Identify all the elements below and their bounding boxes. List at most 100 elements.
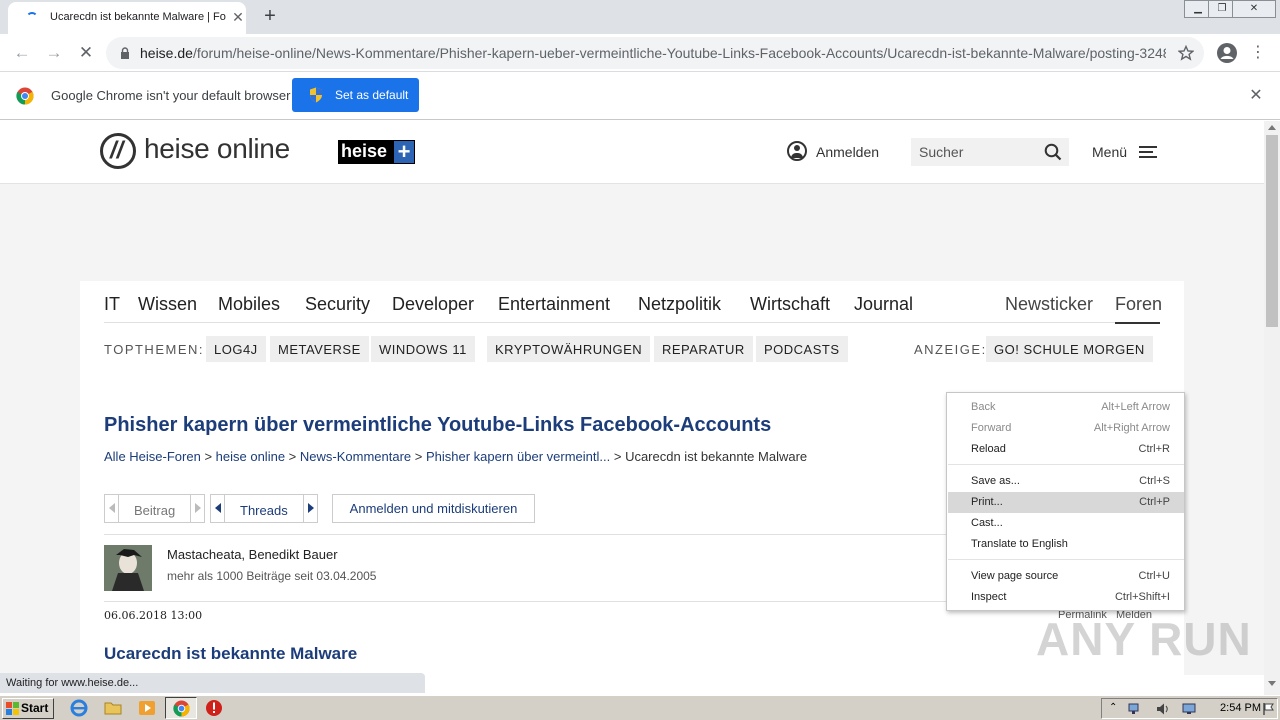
nav-item-security[interactable]: Security	[305, 294, 370, 315]
breadcrumb-news-kommentare[interactable]: News-Kommentare	[300, 449, 411, 464]
volume-icon[interactable]	[1156, 702, 1170, 716]
media-player-icon[interactable]	[138, 699, 156, 717]
post-author[interactable]: Mastacheata, Benedikt Bauer	[167, 547, 338, 562]
default-browser-infobar: Google Chrome isn't your default browser…	[0, 72, 1280, 120]
avatar[interactable]	[104, 545, 152, 591]
network-icon[interactable]	[1128, 702, 1142, 716]
ctx-cast[interactable]: Cast...	[948, 513, 1184, 534]
chrome-menu-icon[interactable]: ⋮	[1250, 42, 1266, 64]
chrome-logo-icon	[16, 87, 34, 105]
new-tab-button[interactable]: +	[258, 4, 282, 28]
ctx-print[interactable]: Print... Ctrl+P	[948, 492, 1184, 513]
breadcrumb: Alle Heise-Foren > heise online > News-K…	[104, 449, 808, 464]
internet-explorer-icon[interactable]	[70, 699, 88, 717]
menu-button[interactable]: Menü	[1092, 144, 1127, 160]
set-as-default-label: Set as default	[335, 88, 409, 102]
ctx-translate[interactable]: Translate to English	[948, 534, 1184, 555]
topic-chip-podcasts[interactable]: PODCASTS	[756, 336, 848, 362]
uac-shield-icon	[310, 87, 322, 103]
loading-spinner-icon	[26, 12, 38, 24]
taskbar-chrome-button[interactable]	[165, 697, 197, 719]
previous-post-button[interactable]	[105, 495, 119, 522]
nav-item-developer[interactable]: Developer	[392, 294, 474, 315]
taskbar-clock[interactable]: 2:54 PM	[1220, 702, 1261, 714]
topic-chip-metaverse[interactable]: METAVERSE	[270, 336, 369, 362]
next-post-button[interactable]	[190, 495, 204, 522]
tray-expand-icon[interactable]: ⌃	[1109, 702, 1117, 713]
breadcrumb-alle-foren[interactable]: Alle Heise-Foren	[104, 449, 201, 464]
left-arrow-icon	[215, 503, 221, 513]
heise-plus-logo[interactable]: heise +	[338, 140, 415, 164]
folder-icon[interactable]	[104, 699, 122, 717]
nav-item-wirtschaft[interactable]: Wirtschaft	[750, 294, 830, 315]
post-subject[interactable]: Ucarecdn ist bekannte Malware	[104, 644, 357, 664]
infobar-close-icon[interactable]: ✕	[1246, 86, 1266, 106]
right-arrow-icon	[308, 503, 314, 513]
action-center-flag-icon[interactable]	[1262, 702, 1276, 716]
ctx-inspect[interactable]: Inspect Ctrl+Shift+I	[948, 587, 1184, 608]
display-icon[interactable]	[1182, 702, 1196, 716]
window-close-button[interactable]: ✕	[1232, 0, 1276, 18]
ctx-reload[interactable]: Reload Ctrl+R	[948, 439, 1184, 460]
lock-icon	[121, 47, 129, 59]
nav-divider	[104, 322, 1160, 323]
ad-chip[interactable]: GO! SCHULE MORGEN	[986, 336, 1153, 362]
login-link[interactable]: Anmelden	[816, 144, 879, 160]
nav-item-wissen[interactable]: Wissen	[138, 294, 197, 315]
stop-loading-icon[interactable]: ✕	[74, 41, 98, 65]
login-discuss-button[interactable]: Anmelden und mitdiskutieren	[332, 494, 535, 523]
heise-plus-sign: +	[394, 141, 414, 163]
next-thread-button[interactable]	[303, 495, 317, 522]
bookmark-star-icon[interactable]	[1178, 45, 1194, 61]
hamburger-menu-icon[interactable]	[1139, 145, 1157, 159]
ctx-view-source[interactable]: View page source Ctrl+U	[948, 566, 1184, 587]
start-button[interactable]: Start	[2, 698, 54, 719]
topic-chip-reparatur[interactable]: REPARATUR	[654, 336, 753, 362]
topic-chip-windows-11[interactable]: WINDOWS 11	[371, 336, 475, 362]
scroll-up-icon[interactable]	[1268, 125, 1276, 130]
nav-item-newsticker[interactable]: Newsticker	[1005, 294, 1093, 315]
ctx-forward[interactable]: Forward Alt+Right Arrow	[948, 418, 1184, 439]
address-bar[interactable]: heise.de/forum/heise-online/News-Komment…	[106, 37, 1204, 69]
profile-icon[interactable]	[1216, 42, 1238, 64]
breadcrumb-heise-online[interactable]: heise online	[216, 449, 285, 464]
forward-arrow-icon[interactable]: →	[42, 41, 66, 65]
browser-tab[interactable]: Ucarecdn ist bekannte Malware | Foren ✕	[8, 2, 246, 34]
tab-title: Ucarecdn ist bekannte Malware | Foren	[50, 11, 226, 23]
nav-item-foren[interactable]: Foren	[1115, 294, 1162, 315]
logo-slashes: //	[110, 137, 124, 164]
breadcrumb-thread[interactable]: Phisher kapern über vermeintl...	[426, 449, 610, 464]
topic-chip-log4j[interactable]: LOG4J	[206, 336, 266, 362]
ctx-back[interactable]: Back Alt+Left Arrow	[948, 397, 1184, 418]
scrollbar-thumb[interactable]	[1266, 135, 1278, 327]
scroll-down-icon[interactable]	[1268, 681, 1276, 686]
topic-chip-kryptowaehrungen[interactable]: KRYPTOWÄHRUNGEN	[487, 336, 651, 362]
nav-item-entertainment[interactable]: Entertainment	[498, 294, 610, 315]
stop-sign-icon[interactable]	[205, 699, 223, 717]
threads-label: Threads	[240, 503, 288, 518]
heise-logo-icon[interactable]: //	[100, 133, 136, 169]
site-header: // heise online heise + Anmelden Sucher …	[0, 121, 1264, 184]
search-input[interactable]: Sucher	[911, 138, 1069, 166]
start-label: Start	[21, 701, 49, 715]
back-arrow-icon[interactable]: ←	[10, 41, 34, 65]
tab-close-icon[interactable]: ✕	[230, 8, 246, 26]
ctx-save-as[interactable]: Save as... Ctrl+S	[948, 471, 1184, 492]
set-as-default-button[interactable]: Set as default	[292, 78, 419, 112]
previous-thread-button[interactable]	[211, 495, 225, 522]
nav-item-journal[interactable]: Journal	[854, 294, 913, 315]
nav-item-netzpolitik[interactable]: Netzpolitik	[638, 294, 721, 315]
site-logo-text[interactable]: heise online	[144, 133, 290, 165]
nav-item-it[interactable]: IT	[104, 294, 120, 315]
thread-title[interactable]: Phisher kapern über vermeintliche Youtub…	[104, 414, 771, 437]
nav-item-mobiles[interactable]: Mobiles	[218, 294, 280, 315]
search-icon[interactable]	[1044, 143, 1062, 161]
ctx-separator	[948, 559, 1184, 560]
anyrun-watermark: ANY RUN	[1036, 613, 1252, 665]
tab-strip: Ucarecdn ist bekannte Malware | Foren ✕ …	[0, 0, 1280, 34]
ctx-separator	[948, 464, 1184, 465]
right-arrow-icon	[195, 503, 201, 513]
user-icon[interactable]	[787, 141, 807, 161]
chrome-icon	[173, 700, 190, 717]
page-scrollbar[interactable]	[1264, 121, 1280, 695]
